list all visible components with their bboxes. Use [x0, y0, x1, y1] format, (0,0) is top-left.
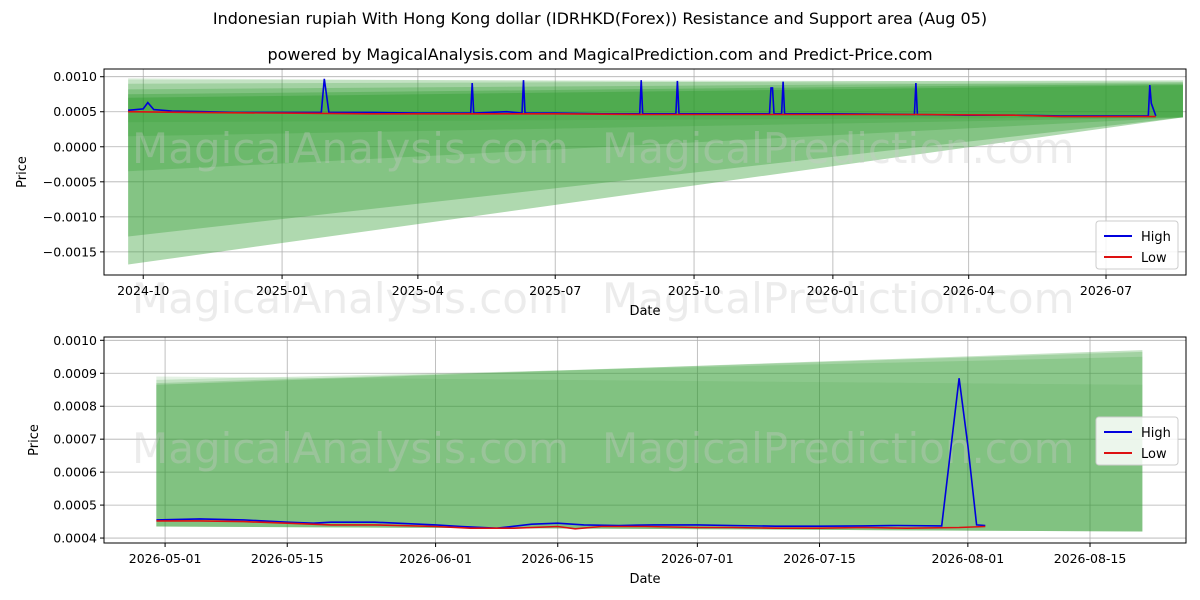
subplot-1: MagicalAnalysis.com MagicalPrediction.com…	[15, 68, 1187, 323]
x-axis-label: Date	[629, 304, 660, 319]
watermark: MagicalPrediction.com	[602, 124, 1075, 173]
x-tick-label: 2026-07-01	[661, 551, 734, 566]
y-tick-label: 0.0004	[53, 531, 97, 546]
x-tick-label: 2024-10	[117, 283, 169, 298]
x-tick-label: 2026-06-15	[521, 551, 594, 566]
y-tick-label: 0.0007	[53, 432, 97, 447]
chart-area: MagicalAnalysis.com MagicalPrediction.com…	[15, 68, 1187, 587]
x-tick-label: 2026-05-15	[251, 551, 324, 566]
legend-label-low: Low	[1141, 251, 1167, 266]
x-tick-label: 2025-07	[529, 283, 581, 298]
y-axis-label: Price	[27, 424, 42, 456]
y-tick-label: 0.0005	[53, 104, 97, 119]
y-tick-label: 0.0009	[53, 366, 97, 381]
x-tick-label: 2025-10	[668, 283, 720, 298]
x-tick-label: 2026-07	[1080, 283, 1132, 298]
y-tick-label: −0.0015	[43, 244, 97, 259]
legend: High Low	[1095, 220, 1179, 270]
x-tick-label: 2026-06-01	[399, 551, 472, 566]
y-tick-label: 0.0005	[53, 498, 97, 513]
legend-label-low: Low	[1141, 447, 1167, 462]
y-tick-label: 0.0010	[53, 333, 97, 348]
y-axis-label: Price	[15, 156, 30, 188]
x-tick-label: 2026-01	[807, 283, 859, 298]
x-tick-label: 2026-07-15	[783, 551, 856, 566]
x-tick-label: 2026-04	[943, 283, 995, 298]
watermark: MagicalPrediction.com	[602, 274, 1075, 323]
subplot-2: MagicalAnalysis.com MagicalPrediction.com…	[27, 333, 1187, 587]
legend: High Low	[1095, 416, 1179, 466]
x-tick-label: 2026-08-01	[932, 551, 1005, 566]
legend-label-high: High	[1141, 230, 1171, 245]
watermark: MagicalAnalysis.com	[132, 124, 569, 173]
y-tick-label: −0.0005	[43, 174, 97, 189]
y-tick-label: 0.0006	[53, 465, 97, 480]
watermark: MagicalAnalysis.com	[132, 424, 569, 473]
x-axis-label: Date	[629, 572, 660, 587]
watermark: MagicalAnalysis.com	[132, 274, 569, 323]
x-tick-label: 2025-01	[256, 283, 308, 298]
x-tick-label: 2026-08-15	[1054, 551, 1127, 566]
x-tick-label: 2025-04	[392, 283, 444, 298]
legend-label-high: High	[1141, 426, 1171, 441]
watermark: MagicalPrediction.com	[602, 424, 1075, 473]
y-tick-label: 0.0010	[53, 69, 97, 84]
y-tick-label: 0.0000	[53, 139, 97, 154]
y-tick-label: −0.0010	[43, 209, 97, 224]
x-tick-label: 2026-05-01	[129, 551, 202, 566]
y-tick-label: 0.0008	[53, 399, 97, 414]
